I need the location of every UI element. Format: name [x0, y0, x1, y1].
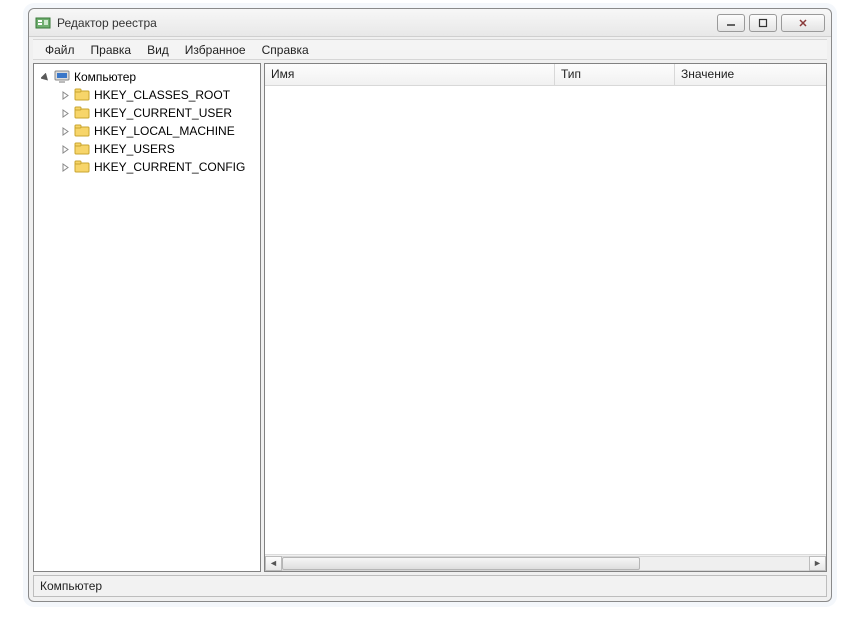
expand-icon[interactable] — [60, 90, 71, 101]
expand-icon[interactable] — [60, 108, 71, 119]
scroll-thumb[interactable] — [282, 557, 640, 570]
list-header: Имя Тип Значение — [265, 64, 826, 86]
tree-root[interactable]: Компьютер — [36, 68, 258, 86]
window-controls — [717, 14, 825, 32]
folder-icon — [74, 123, 90, 139]
menu-favorites[interactable]: Избранное — [177, 41, 254, 59]
tree-item-label: HKEY_USERS — [94, 142, 175, 156]
tree-item-hku[interactable]: HKEY_USERS — [36, 140, 258, 158]
scroll-right-button[interactable]: ► — [809, 556, 826, 571]
list-panel: Имя Тип Значение ◄ ► — [264, 63, 827, 572]
folder-icon — [74, 87, 90, 103]
tree-item-hkcr[interactable]: HKEY_CLASSES_ROOT — [36, 86, 258, 104]
menu-help[interactable]: Справка — [254, 41, 317, 59]
menu-file[interactable]: Файл — [37, 41, 83, 59]
scroll-left-button[interactable]: ◄ — [265, 556, 282, 571]
tree-item-label: HKEY_CURRENT_USER — [94, 106, 232, 120]
regedit-icon — [35, 15, 51, 31]
minimize-button[interactable] — [717, 14, 745, 32]
tree-panel[interactable]: Компьютер HKEY_CLASSES_ROOT HKEY_CURRE — [33, 63, 261, 572]
folder-icon — [74, 141, 90, 157]
expand-icon[interactable] — [60, 144, 71, 155]
maximize-button[interactable] — [749, 14, 777, 32]
column-header-name[interactable]: Имя — [265, 64, 555, 85]
folder-icon — [74, 159, 90, 175]
status-path: Компьютер — [40, 579, 102, 593]
tree-item-hklm[interactable]: HKEY_LOCAL_MACHINE — [36, 122, 258, 140]
titlebar[interactable]: Редактор реестра — [29, 9, 831, 37]
tree-item-label: HKEY_CLASSES_ROOT — [94, 88, 230, 102]
tree-item-label: HKEY_LOCAL_MACHINE — [94, 124, 235, 138]
window-title: Редактор реестра — [57, 16, 717, 30]
statusbar: Компьютер — [33, 575, 827, 597]
expand-icon[interactable] — [60, 162, 71, 173]
expand-icon[interactable] — [60, 126, 71, 137]
tree-item-label: HKEY_CURRENT_CONFIG — [94, 160, 245, 174]
folder-icon — [74, 105, 90, 121]
menubar: Файл Правка Вид Избранное Справка — [33, 39, 827, 60]
menu-edit[interactable]: Правка — [83, 41, 140, 59]
tree-item-hkcu[interactable]: HKEY_CURRENT_USER — [36, 104, 258, 122]
column-header-type[interactable]: Тип — [555, 64, 675, 85]
menu-view[interactable]: Вид — [139, 41, 177, 59]
list-body[interactable] — [265, 86, 826, 554]
computer-icon — [54, 69, 70, 85]
tree-item-hkcc[interactable]: HKEY_CURRENT_CONFIG — [36, 158, 258, 176]
tree-root-label: Компьютер — [74, 70, 136, 84]
collapse-icon[interactable] — [40, 72, 51, 83]
column-header-value[interactable]: Значение — [675, 64, 826, 85]
window-frame: Редактор реестра Файл Правка Вид Избранн… — [28, 8, 832, 602]
scroll-track[interactable] — [282, 556, 809, 571]
client-area: Компьютер HKEY_CLASSES_ROOT HKEY_CURRE — [33, 63, 827, 572]
horizontal-scrollbar[interactable]: ◄ ► — [265, 554, 826, 571]
close-button[interactable] — [781, 14, 825, 32]
